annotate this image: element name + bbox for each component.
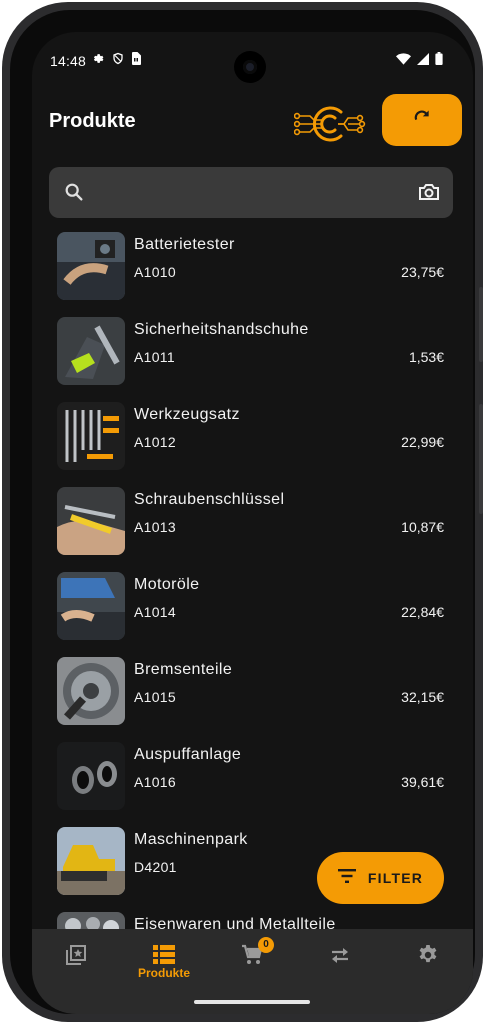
product-code: A1012 [134,434,176,450]
product-image [57,912,125,929]
product-price: 10,87€ [401,519,444,535]
product-name: Eisenwaren und Metallteile [134,916,336,929]
filter-button[interactable]: FILTER [317,852,444,904]
product-name: Schraubenschlüssel [134,491,285,508]
favorites-icon [64,943,88,972]
gear-icon [416,943,440,972]
page-title: Produkte [49,110,136,132]
signal-icon [417,52,429,70]
product-name: Sicherheitshandschuhe [134,321,309,338]
camera-scan-icon[interactable] [417,180,441,209]
product-name: Batterietester [134,236,235,253]
refresh-icon [412,108,432,133]
product-item[interactable]: Werkzeugsatz A1012 22,99€ [32,396,473,481]
product-list: Batterietester A1010 23,75€ Sicherheitsh… [32,226,473,929]
phone-bezel: 14:48 Produkte Batterietester A1010 23,7… [10,10,475,1014]
product-code: A1015 [134,689,176,705]
nav-item-products[interactable]: Produkte [120,929,208,999]
product-image [57,232,125,300]
product-name: Werkzeugsatz [134,406,240,423]
product-image [57,487,125,555]
nav-item-favorites[interactable] [32,929,120,999]
product-image [57,827,125,895]
product-image [57,572,125,640]
product-code: A1016 [134,774,176,790]
product-code: A1010 [134,264,176,280]
product-image [57,402,125,470]
settings-status-icon [92,52,105,70]
wifi-icon [396,52,411,70]
product-code: D4201 [134,859,177,875]
product-item[interactable]: Schraubenschlüssel A1013 10,87€ [32,481,473,566]
product-name: Maschinenpark [134,831,248,848]
status-icons-right [396,52,443,70]
cart-badge: 0 [258,937,274,953]
refresh-button[interactable] [382,94,462,146]
nav-item-swap[interactable] [296,929,384,999]
product-name: Auspuffanlage [134,746,242,763]
shield-status-icon [112,52,124,70]
product-price: 32,15€ [401,689,444,705]
product-price: 22,99€ [401,434,444,450]
product-image [57,742,125,810]
product-price: 22,84€ [401,604,444,620]
product-item[interactable]: Auspuffanlage A1016 39,61€ [32,736,473,821]
phone-frame: 14:48 Produkte Batterietester A1010 23,7… [2,2,483,1022]
screen: 14:48 Produkte Batterietester A1010 23,7… [32,32,473,1014]
status-icons-left [92,52,141,70]
product-name: Motoröle [134,576,200,593]
brand-logo-icon [293,104,370,144]
nav-label-products: Produkte [137,966,190,980]
product-item[interactable]: Sicherheitshandschuhe A1011 1,53€ [32,311,473,396]
volume-button [479,287,483,362]
power-button [479,404,483,514]
app-bar: Produkte [32,94,473,150]
product-image [57,317,125,385]
nav-item-cart[interactable] [208,929,296,999]
battery-icon [435,52,443,70]
search-bar [49,167,453,218]
nav-item-settings[interactable] [384,929,472,999]
sim-status-icon [131,52,141,70]
product-price: 1,53€ [408,349,444,365]
front-camera [234,51,266,83]
product-price: 39,61€ [401,774,444,790]
search-input[interactable] [95,177,399,209]
filter-icon [337,868,356,888]
product-item[interactable]: Motoröle A1014 22,84€ [32,566,473,651]
product-code: A1013 [134,519,176,535]
home-indicator [194,1000,310,1004]
swap-icon [328,943,352,972]
search-icon [63,181,85,208]
product-code: A1014 [134,604,176,620]
product-item[interactable]: Bremsenteile A1015 32,15€ [32,651,473,736]
product-image [57,657,125,725]
product-price: 23,75€ [401,264,444,280]
status-bar: 14:48 [32,32,473,88]
product-item[interactable]: Batterietester A1010 23,75€ [32,226,473,311]
status-time: 14:48 [50,53,87,69]
product-name: Bremsenteile [134,661,233,678]
product-item[interactable]: Eisenwaren und Metallteile [32,906,473,929]
filter-label: FILTER [367,870,424,886]
product-code: A1011 [134,349,175,365]
